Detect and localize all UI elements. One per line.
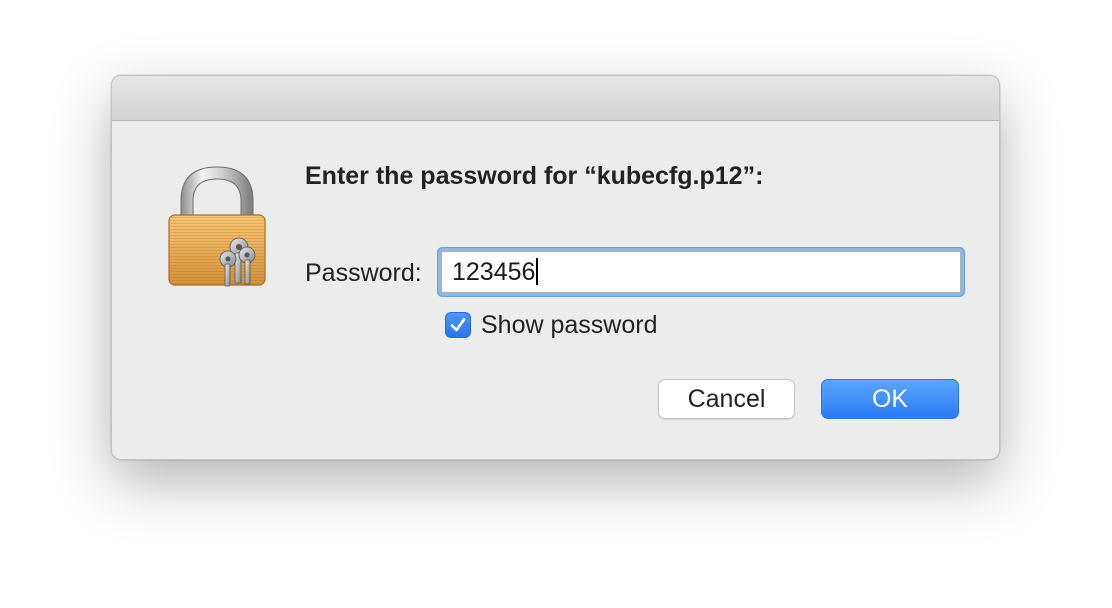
dialog-prompt: Enter the password for “kubecfg.p12”: — [305, 162, 764, 190]
password-label: Password: — [305, 259, 422, 287]
ok-button[interactable]: OK — [821, 379, 959, 419]
password-field[interactable]: 123456 — [441, 251, 961, 293]
show-password-label[interactable]: Show password — [481, 311, 657, 340]
show-password-checkbox[interactable] — [445, 312, 471, 338]
dialog-titlebar[interactable] — [112, 76, 999, 121]
keychain-lock-icon — [165, 163, 269, 289]
password-dialog: Enter the password for “kubecfg.p12”: Pa… — [111, 75, 1000, 460]
password-value: 123456 — [452, 258, 536, 286]
text-caret — [536, 258, 539, 285]
checkmark-icon — [450, 318, 466, 332]
cancel-button[interactable]: Cancel — [658, 379, 795, 419]
